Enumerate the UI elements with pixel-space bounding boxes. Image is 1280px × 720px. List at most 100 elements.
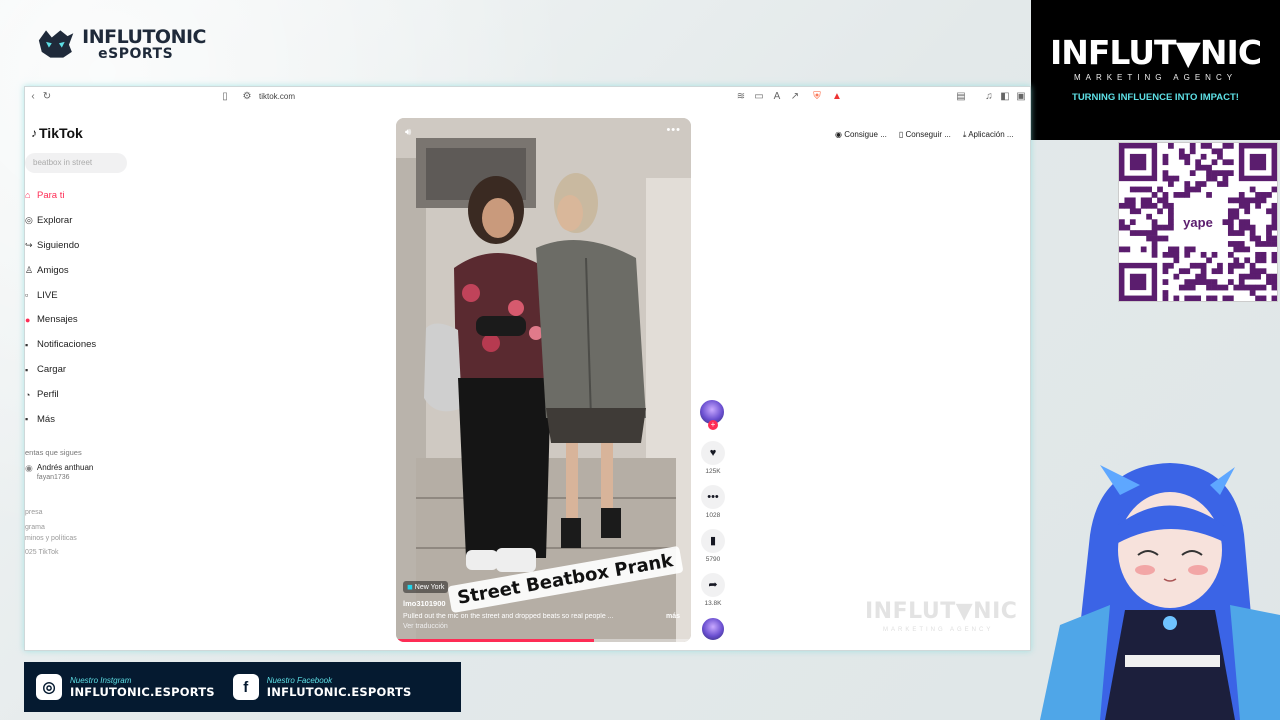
media-icon[interactable]: ♫: [983, 91, 995, 103]
sidebar-item-siguiendo[interactable]: ↪ Siguiendo: [25, 233, 145, 258]
comment-icon[interactable]: •••: [701, 485, 725, 509]
video-player[interactable]: 🔊︎ ••• Street Beatbox Prank ◼ New York l…: [396, 118, 691, 642]
tiktok-note-icon: ♪: [31, 126, 37, 140]
bookmark-page-icon[interactable]: ▯: [219, 91, 231, 103]
instagram-label: Nuestro Instgram: [70, 675, 132, 685]
translate-icon[interactable]: A: [771, 91, 783, 103]
brave-shield-icon[interactable]: ⛨: [811, 91, 823, 103]
compass-icon: ◎: [25, 214, 33, 225]
footer-link[interactable]: presa: [25, 505, 77, 520]
sidebar-item-cargar[interactable]: ▪ Cargar: [25, 357, 145, 382]
facebook-handle: INFLUTONIC.ESPORTS: [266, 684, 412, 699]
messages-icon: ●: [25, 314, 31, 325]
sidebar-item-para-ti[interactable]: ⌂ Para ti: [25, 183, 145, 208]
live-icon: ▫: [25, 290, 29, 300]
follow-plus-icon[interactable]: +: [708, 420, 718, 430]
more-icon: ▪: [25, 414, 29, 425]
address-bar[interactable]: tiktok.com: [259, 92, 295, 101]
agency-watermark: INFLUT▼NIC: [865, 599, 1018, 624]
video-description: Pulled out the mic on the street and dro…: [403, 613, 614, 620]
action-rail: + ♥ 125K ••• 1028 ▮ 5790 ➦ 13.8K: [699, 399, 727, 641]
browser-window: ‹ ↻ ▯ ⚙ tiktok.com ≋ ▭ A ↗ ⛨ ▲ ▤ ♫ ◧ ▣ ♪…: [24, 86, 1031, 651]
get-app-link[interactable]: ▯ Conseguir ...: [899, 130, 951, 140]
sidebar-item-mas[interactable]: ▪ Más: [25, 407, 145, 432]
video-progress-fill: [396, 639, 594, 642]
qr-code-image: yape: [1119, 143, 1278, 302]
reader-icon[interactable]: ≋: [735, 91, 747, 103]
profile-icon: ◔: [25, 389, 31, 400]
sidebar-item-perfil[interactable]: ◔ Perfil: [25, 382, 145, 407]
share-action[interactable]: ➦ 13.8K: [699, 573, 727, 607]
facebook-icon: f: [232, 674, 259, 700]
like-action[interactable]: ♥ 125K: [699, 441, 727, 475]
location-badge[interactable]: ◼ New York: [403, 581, 449, 593]
like-count: 125K: [705, 468, 721, 475]
tiktok-logo[interactable]: ♪ TikTok: [31, 125, 83, 141]
back-icon[interactable]: ‹: [27, 91, 39, 103]
creator-avatar[interactable]: +: [699, 399, 725, 430]
get-coins-link[interactable]: ◉ Consigue ...: [835, 130, 887, 140]
home-icon: ⌂: [25, 190, 31, 201]
volume-icon[interactable]: 🔊︎: [405, 127, 411, 138]
share-icon[interactable]: ➦: [701, 573, 725, 597]
agency-panel: INFLUT▼NIC MARKETING AGENCY TURNING INFL…: [1031, 0, 1280, 140]
instagram-icon: ◎: [36, 674, 62, 700]
heart-icon[interactable]: ♥: [701, 441, 725, 465]
following-icon: ↪: [25, 239, 33, 250]
bookmark-count: 5790: [705, 556, 721, 563]
agency-sub: MARKETING AGENCY: [1073, 73, 1238, 82]
video-more-icon[interactable]: •••: [666, 124, 681, 136]
follow-avatar-icon: ◉: [25, 463, 33, 473]
agency-watermark-sub: MARKETING AGENCY: [883, 627, 994, 633]
location-pin-icon: ◼: [407, 584, 413, 591]
esports-logo: INFLUTONIC eSPORTS: [36, 20, 206, 68]
comment-action[interactable]: ••• 1028: [699, 485, 727, 519]
pip-icon[interactable]: ▭: [753, 91, 765, 103]
sidebar-nav: ⌂ Para ti ◎ Explorar ↪ Siguiendo ♙ Amigo…: [25, 183, 145, 432]
yape-qr-code: yape: [1118, 142, 1278, 302]
follow-user-name: Andrés anthuan: [36, 463, 94, 472]
sidebar-item-explorar[interactable]: ◎ Explorar: [25, 208, 145, 233]
sidebar-item-amigos[interactable]: ♙ Amigos: [25, 258, 145, 283]
sidebar-item-label: Más: [37, 413, 55, 425]
see-translation-link[interactable]: Ver traducción: [403, 623, 448, 630]
sidebar-item-label: Mensajes: [37, 314, 78, 326]
sidebar-item-mensajes[interactable]: ● Mensajes: [25, 307, 145, 332]
music-disc[interactable]: [699, 617, 727, 641]
top-right-links: ◉ Consigue ... ▯ Conseguir ... ⤓ Aplicac…: [835, 130, 1014, 140]
download-app-link[interactable]: ⤓ Aplicación ...: [963, 130, 1014, 140]
bookmark-icon[interactable]: ▮: [701, 529, 725, 553]
sidebar-item-label: Cargar: [37, 364, 67, 376]
bookmark-action[interactable]: ▮ 5790: [699, 529, 727, 563]
description-more-link[interactable]: más: [666, 613, 680, 620]
facebook-link[interactable]: f Nuestro Facebook INFLUTONIC.ESPORTS: [232, 674, 412, 700]
tiktok-logo-text: TikTok: [39, 125, 83, 141]
site-settings-icon[interactable]: ⚙: [241, 91, 253, 103]
sidebar-item-label: Amigos: [37, 264, 69, 276]
bell-icon: ▪: [25, 339, 29, 350]
share-page-icon[interactable]: ↗: [789, 91, 801, 103]
footer-link[interactable]: minos y políticas: [25, 535, 77, 543]
panel-icon[interactable]: ◧: [999, 91, 1011, 103]
wallet-icon[interactable]: ▣: [1015, 91, 1027, 103]
video-progress-bar[interactable]: [396, 639, 691, 642]
logo-line1: INFLUTONIC: [82, 25, 206, 48]
video-author[interactable]: lmo3101900: [403, 599, 446, 608]
footer-link[interactable]: grama: [25, 520, 77, 535]
reload-icon[interactable]: ↻: [41, 91, 53, 103]
sidebar-item-notificaciones[interactable]: ▪ Notificaciones: [25, 332, 145, 357]
search-input[interactable]: beatbox in street: [25, 153, 127, 173]
sidebar-item-label: LIVE: [37, 289, 58, 301]
sidebar-item-live[interactable]: ▫ LIVE: [25, 283, 145, 308]
upload-icon: ▪: [25, 364, 29, 375]
following-account-item[interactable]: ◉ Andrés anthuan fayan1736: [25, 463, 93, 481]
location-label: New York: [414, 584, 445, 591]
instagram-link[interactable]: ◎ Nuestro Instgram INFLUTONIC.ESPORTS: [36, 674, 215, 700]
footer-copyright: 025 TikTok: [25, 549, 59, 556]
agency-tagline: TURNING INFLUENCE INTO IMPACT!: [1072, 92, 1239, 103]
sidebar-item-label: Para ti: [37, 189, 65, 201]
sidebar-toggle-icon[interactable]: ▤: [955, 91, 967, 103]
rewards-icon[interactable]: ▲: [831, 91, 843, 103]
music-disc-icon[interactable]: [701, 617, 725, 641]
comment-count: 1028: [705, 512, 721, 519]
